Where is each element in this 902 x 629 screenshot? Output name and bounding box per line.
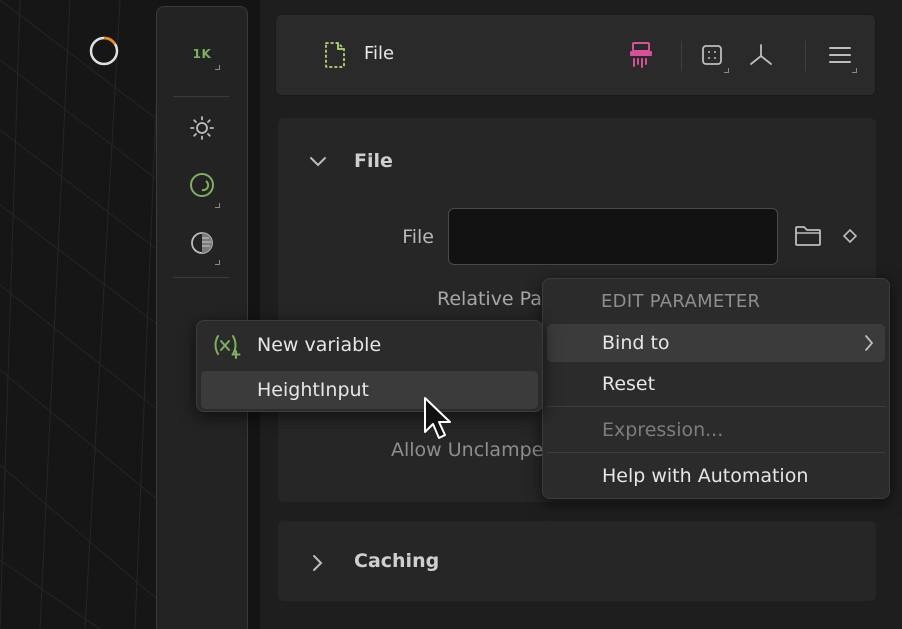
environment-icon: [188, 171, 216, 203]
menu-item-label: Reset: [602, 373, 656, 395]
sun-icon: [189, 115, 215, 145]
environment-button[interactable]: [157, 162, 247, 212]
file-icon: [320, 40, 350, 70]
keyframe-diamond-icon[interactable]: [842, 228, 858, 248]
resolution-button[interactable]: 1K: [157, 29, 247, 79]
viewport-toolbar: 1K: [156, 6, 248, 629]
menu-item-reset[interactable]: Reset: [547, 365, 885, 403]
render-mode-icon: [189, 230, 215, 260]
allow-unclamped-label: Allow Unclampe: [391, 439, 544, 461]
submenu-item-new-variable[interactable]: New variable: [201, 326, 538, 364]
chevron-right-icon[interactable]: [310, 553, 324, 577]
chevron-down-icon[interactable]: [308, 154, 328, 173]
header-title: File: [364, 43, 395, 64]
folder-icon[interactable]: [794, 224, 822, 252]
perspective-grid: [0, 0, 158, 629]
relative-path-label: Relative Pat: [437, 288, 550, 310]
edit-parameter-menu: EDIT PARAMETER Bind to Reset Expression.…: [542, 278, 890, 499]
frame-icon[interactable]: [697, 40, 729, 73]
section-title-caching: Caching: [354, 550, 440, 572]
progress-ring-icon: [88, 35, 120, 67]
bind-to-submenu: New variable HeightInput: [196, 320, 543, 412]
submenu-item-heightinput[interactable]: HeightInput: [201, 371, 538, 409]
hamburger-menu-icon[interactable]: [825, 40, 857, 73]
menu-item-label: Expression...: [602, 419, 724, 441]
menu-item-expression: Expression...: [547, 411, 885, 449]
chevron-right-icon: [863, 334, 875, 357]
resolution-label: 1K: [192, 47, 212, 61]
shredder-icon[interactable]: [626, 40, 656, 70]
menu-heading: EDIT PARAMETER: [601, 291, 761, 312]
section-title-file: File: [354, 150, 393, 172]
menu-item-label: Bind to: [602, 332, 670, 354]
graph-icon[interactable]: [746, 40, 776, 70]
menu-item-label: New variable: [257, 334, 382, 356]
menu-item-label: HeightInput: [257, 379, 370, 401]
variable-add-icon: [212, 333, 242, 364]
menu-item-bind-to[interactable]: Bind to: [547, 324, 885, 362]
mouse-cursor-icon: [423, 396, 453, 446]
file-field-label: File: [402, 226, 434, 248]
menu-item-help-automation[interactable]: Help with Automation: [547, 457, 885, 495]
properties-header: File: [275, 14, 876, 96]
viewport[interactable]: [0, 0, 158, 629]
sun-button[interactable]: [157, 105, 247, 155]
menu-item-label: Help with Automation: [602, 465, 809, 487]
caching-section[interactable]: Caching: [278, 521, 876, 601]
file-path-input[interactable]: [448, 208, 778, 265]
render-mode-button[interactable]: [157, 220, 247, 270]
